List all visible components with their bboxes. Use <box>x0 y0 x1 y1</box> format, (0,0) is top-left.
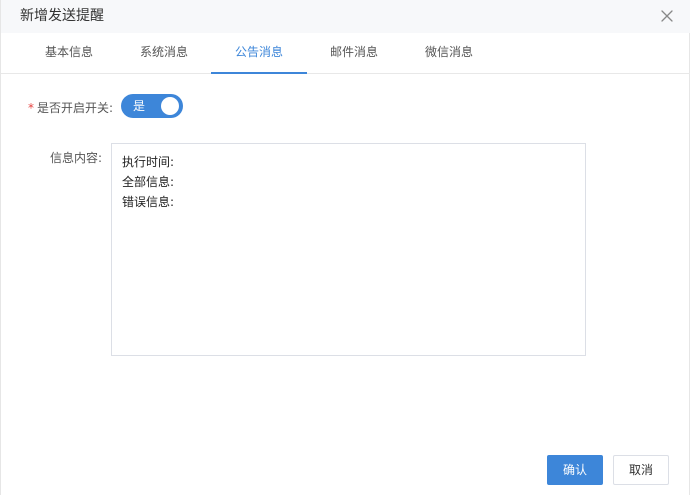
tab-email-message[interactable]: 邮件消息 <box>306 33 402 73</box>
tab-label: 邮件消息 <box>329 45 378 59</box>
toggle-text: 是 <box>133 99 146 113</box>
content-line: 错误信息: <box>122 195 175 209</box>
tab-system-message[interactable]: 系统消息 <box>116 33 212 73</box>
cancel-button[interactable]: 取消 <box>613 455 669 485</box>
close-icon[interactable] <box>659 8 675 24</box>
dialog-title-bar: 新增发送提醒 <box>1 0 690 33</box>
content-label: 信息内容: <box>50 151 103 165</box>
content-line: 执行时间: <box>122 155 175 169</box>
tab-announcement-message[interactable]: 公告消息 <box>211 33 307 74</box>
tab-label: 公告消息 <box>234 45 283 59</box>
tab-label: 微信消息 <box>424 45 473 59</box>
send-reminder-dialog: 新增发送提醒 基本信息 系统消息 公告消息 邮件消息 微信消息 * 是否开启开关… <box>0 0 690 495</box>
confirm-button[interactable]: 确认 <box>547 455 603 485</box>
content-line: 全部信息: <box>122 175 175 189</box>
tab-label: 系统消息 <box>139 45 188 59</box>
tab-basic-info[interactable]: 基本信息 <box>21 33 117 73</box>
enable-switch-toggle[interactable]: 是 <box>121 94 183 118</box>
switch-label: 是否开启开关: <box>37 101 114 115</box>
content-textarea[interactable]: 执行时间: 全部信息: 错误信息: <box>111 143 586 356</box>
tab-wechat-message[interactable]: 微信消息 <box>401 33 497 73</box>
toggle-knob <box>161 97 179 115</box>
tab-bar: 基本信息 系统消息 公告消息 邮件消息 微信消息 <box>1 33 690 74</box>
tab-label: 基本信息 <box>44 45 93 59</box>
required-mark: * <box>28 101 34 115</box>
dialog-title: 新增发送提醒 <box>20 8 104 24</box>
